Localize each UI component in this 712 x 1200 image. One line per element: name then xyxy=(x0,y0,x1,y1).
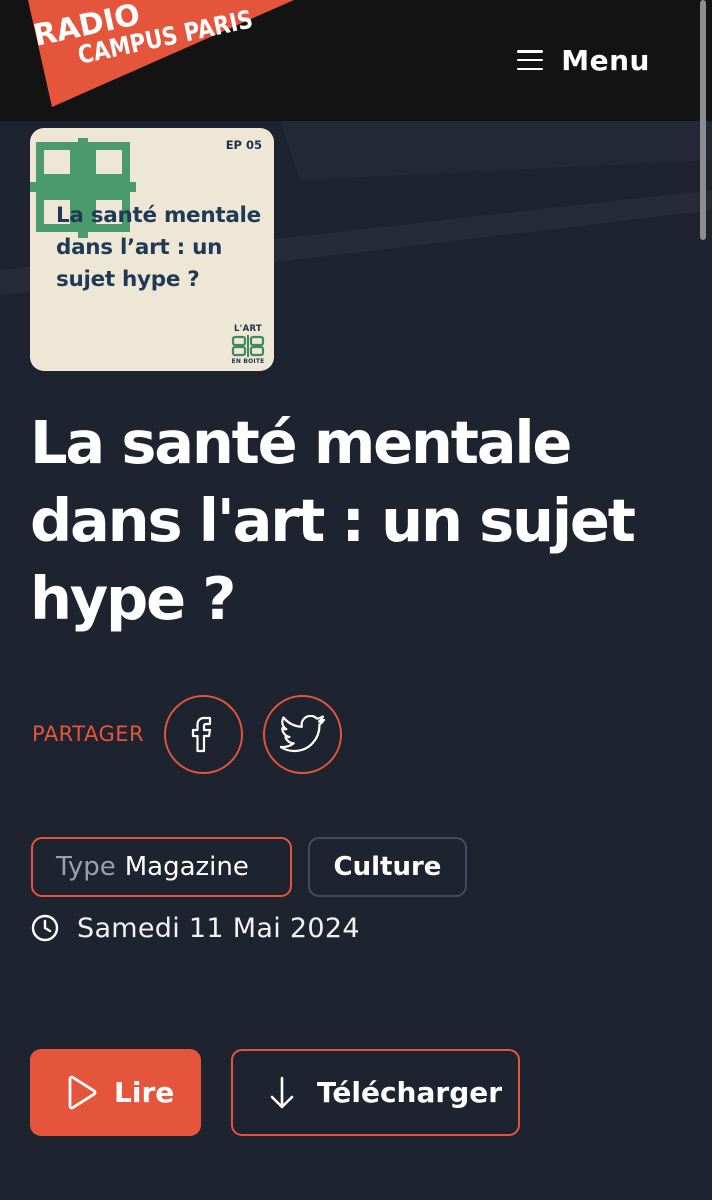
type-tag[interactable]: Type Magazine xyxy=(31,837,292,897)
facebook-icon xyxy=(191,716,211,753)
play-icon xyxy=(68,1075,97,1109)
arrow-down-icon xyxy=(270,1076,294,1108)
play-button[interactable]: Lire xyxy=(30,1049,201,1136)
twitter-share-button[interactable] xyxy=(263,694,343,774)
scrollbar[interactable] xyxy=(700,0,706,240)
share-bar: PARTAGER xyxy=(32,693,362,775)
menu-label: Menu xyxy=(561,43,650,77)
type-tag-key: Type xyxy=(56,852,116,882)
menu-button[interactable]: Menu xyxy=(517,40,650,80)
download-button[interactable]: Télécharger xyxy=(231,1049,520,1136)
cover-title: La santé mentale dans l’art : un sujet h… xyxy=(56,203,261,292)
type-tag-value: Magazine xyxy=(124,852,249,882)
share-label: PARTAGER xyxy=(32,722,145,746)
download-button-label: Télécharger xyxy=(317,1076,503,1109)
cover-brand-top: L'ART xyxy=(233,324,263,334)
publish-date-text: Samedi 11 Mai 2024 xyxy=(77,912,360,944)
episode-cover-art: EP 05 La santé mentale dans l’art : un s… xyxy=(30,128,274,371)
hamburger-icon xyxy=(517,50,544,70)
cover-brand-bottom: EN BOITE xyxy=(231,358,265,365)
episode-number: EP 05 xyxy=(225,138,262,152)
site-header: RADIO CAMPUS PARIS Menu xyxy=(0,0,712,121)
facebook-share-button[interactable] xyxy=(164,694,244,774)
page-title: La santé mentale dans l'art : un sujet h… xyxy=(30,408,636,633)
play-button-label: Lire xyxy=(114,1076,175,1109)
radio-campus-paris-logo[interactable]: RADIO CAMPUS PARIS xyxy=(26,0,296,108)
twitter-icon xyxy=(279,715,325,753)
category-tag[interactable]: Culture xyxy=(308,837,467,897)
publish-date: Samedi 11 Mai 2024 xyxy=(31,908,360,948)
cover-brand-logo: L'ART EN BOITE xyxy=(230,324,266,365)
clock-icon xyxy=(31,914,59,942)
